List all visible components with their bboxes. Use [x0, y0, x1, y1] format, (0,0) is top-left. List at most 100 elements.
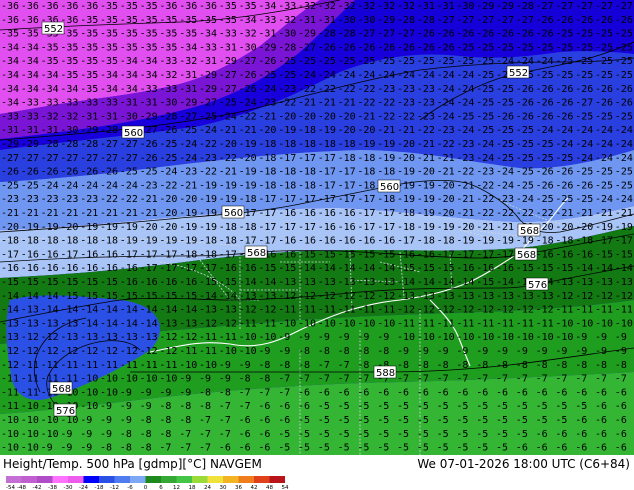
- svg-text:560: 560: [224, 208, 243, 219]
- temperature-value: -27: [41, 153, 59, 164]
- temperature-value: -25: [377, 56, 395, 67]
- temperature-value: -19: [120, 236, 138, 247]
- temperature-value: -29: [496, 1, 514, 12]
- temperature-value: -15: [140, 291, 158, 302]
- temperature-value: -5: [516, 429, 528, 440]
- temperature-value: -7: [278, 387, 290, 398]
- temperature-value: -23: [179, 167, 197, 178]
- temperature-value: -12: [239, 305, 257, 316]
- temperature-value: -19: [417, 222, 435, 233]
- temperature-value: -6: [615, 401, 627, 412]
- temperature-value: -22: [219, 153, 237, 164]
- temperature-value: -13: [417, 291, 435, 302]
- temperature-value: -9: [278, 346, 290, 357]
- temperature-value: -25: [456, 111, 474, 122]
- temperature-value: -23: [377, 84, 395, 95]
- temperature-value: -10: [80, 401, 98, 412]
- temperature-value: -6: [575, 443, 587, 454]
- temperature-value: -19: [239, 180, 257, 191]
- temperature-value: -29: [1, 139, 19, 150]
- temperature-value: -24: [437, 84, 455, 95]
- temperature-value: -25: [357, 56, 375, 67]
- temperature-value: -25: [476, 125, 494, 136]
- temperature-value: -29: [219, 56, 237, 67]
- temperature-value: -5: [338, 443, 350, 454]
- temperature-value: -12: [575, 291, 593, 302]
- colorbar-tick-label: -24: [79, 485, 88, 490]
- temperature-value: -35: [21, 29, 39, 40]
- temperature-value: -15: [278, 263, 296, 274]
- temperature-value: -13: [456, 291, 474, 302]
- temperature-value: -16: [120, 277, 138, 288]
- temperature-value: -22: [536, 208, 554, 219]
- temperature-value: -22: [159, 180, 177, 191]
- temperature-value: -21: [575, 208, 593, 219]
- temperature-value: -28: [278, 42, 296, 53]
- colorbar-tick-label: 30: [220, 485, 227, 490]
- temperature-value: -9: [179, 387, 191, 398]
- temperature-value: -8: [298, 360, 310, 371]
- temperature-value: -27: [516, 15, 534, 26]
- colorbar-swatch: [145, 476, 161, 483]
- temperature-row: -17-16-16-17-16-16-17-17-17-18-18-17-17-…: [1, 249, 633, 260]
- temperature-value: -31: [318, 15, 336, 26]
- temperature-value: -16: [21, 263, 39, 274]
- temperature-value: -5: [437, 415, 449, 426]
- temperature-value: -18: [239, 194, 257, 205]
- temperature-value: -16: [338, 208, 356, 219]
- temperature-value: -16: [100, 263, 118, 274]
- temperature-value: -5: [377, 443, 389, 454]
- temperature-value: -5: [536, 401, 548, 412]
- temperature-value: -21: [258, 111, 276, 122]
- temperature-value: -6: [536, 387, 548, 398]
- temperature-value: -6: [258, 443, 270, 454]
- temperature-value: -14: [100, 318, 118, 329]
- temperature-value: -22: [377, 111, 395, 122]
- temperature-value: -14: [41, 305, 59, 316]
- temperature-value: -9: [536, 346, 548, 357]
- temperature-value: -15: [516, 263, 534, 274]
- temperature-value: -34: [140, 56, 158, 67]
- temperature-value: -24: [159, 167, 177, 178]
- temperature-value: -9: [80, 415, 92, 426]
- temperature-value: -19: [417, 208, 435, 219]
- temperature-value: -36: [21, 1, 39, 12]
- colorbar-tick-label: 42: [251, 485, 258, 490]
- temperature-value: -25: [555, 194, 573, 205]
- temperature-value: -7: [318, 360, 330, 371]
- temperature-value: -10: [258, 332, 276, 343]
- temperature-value: -6: [239, 415, 251, 426]
- temperature-value: -27: [239, 56, 257, 67]
- temperature-value: -9: [179, 374, 191, 385]
- temperature-value: -12: [1, 346, 19, 357]
- svg-text:568: 568: [517, 250, 536, 261]
- colorbar-swatch: [223, 476, 239, 483]
- temperature-value: -16: [318, 208, 336, 219]
- temperature-value: -35: [219, 1, 237, 12]
- colorbar-swatch: [68, 476, 84, 483]
- temperature-value: -19: [179, 236, 197, 247]
- temperature-value: -5: [278, 429, 290, 440]
- temperature-value: -17: [377, 208, 395, 219]
- temperature-value: -10: [456, 332, 474, 343]
- temperature-value: -12: [41, 346, 59, 357]
- temperature-value: -35: [140, 29, 158, 40]
- colorbar-tick-label: -42: [33, 485, 42, 490]
- temperature-value: -26: [456, 29, 474, 40]
- temperature-value: -5: [476, 429, 488, 440]
- temperature-value: -34: [1, 84, 19, 95]
- temperature-value: -18: [298, 139, 316, 150]
- temperature-value: -28: [80, 139, 98, 150]
- colorbar-swatch: [161, 476, 177, 483]
- temperature-value: -20: [437, 194, 455, 205]
- temperature-value: -6: [595, 429, 607, 440]
- temperature-value: -19: [615, 222, 633, 233]
- temperature-value: -7: [258, 387, 270, 398]
- temperature-value: -15: [219, 277, 237, 288]
- temperature-value: -27: [219, 84, 237, 95]
- temperature-value: -7: [456, 374, 468, 385]
- temperature-value: -16: [60, 263, 78, 274]
- temperature-value: -16: [21, 249, 39, 260]
- temperature-value: -26: [536, 98, 554, 109]
- temperature-value: -6: [278, 401, 290, 412]
